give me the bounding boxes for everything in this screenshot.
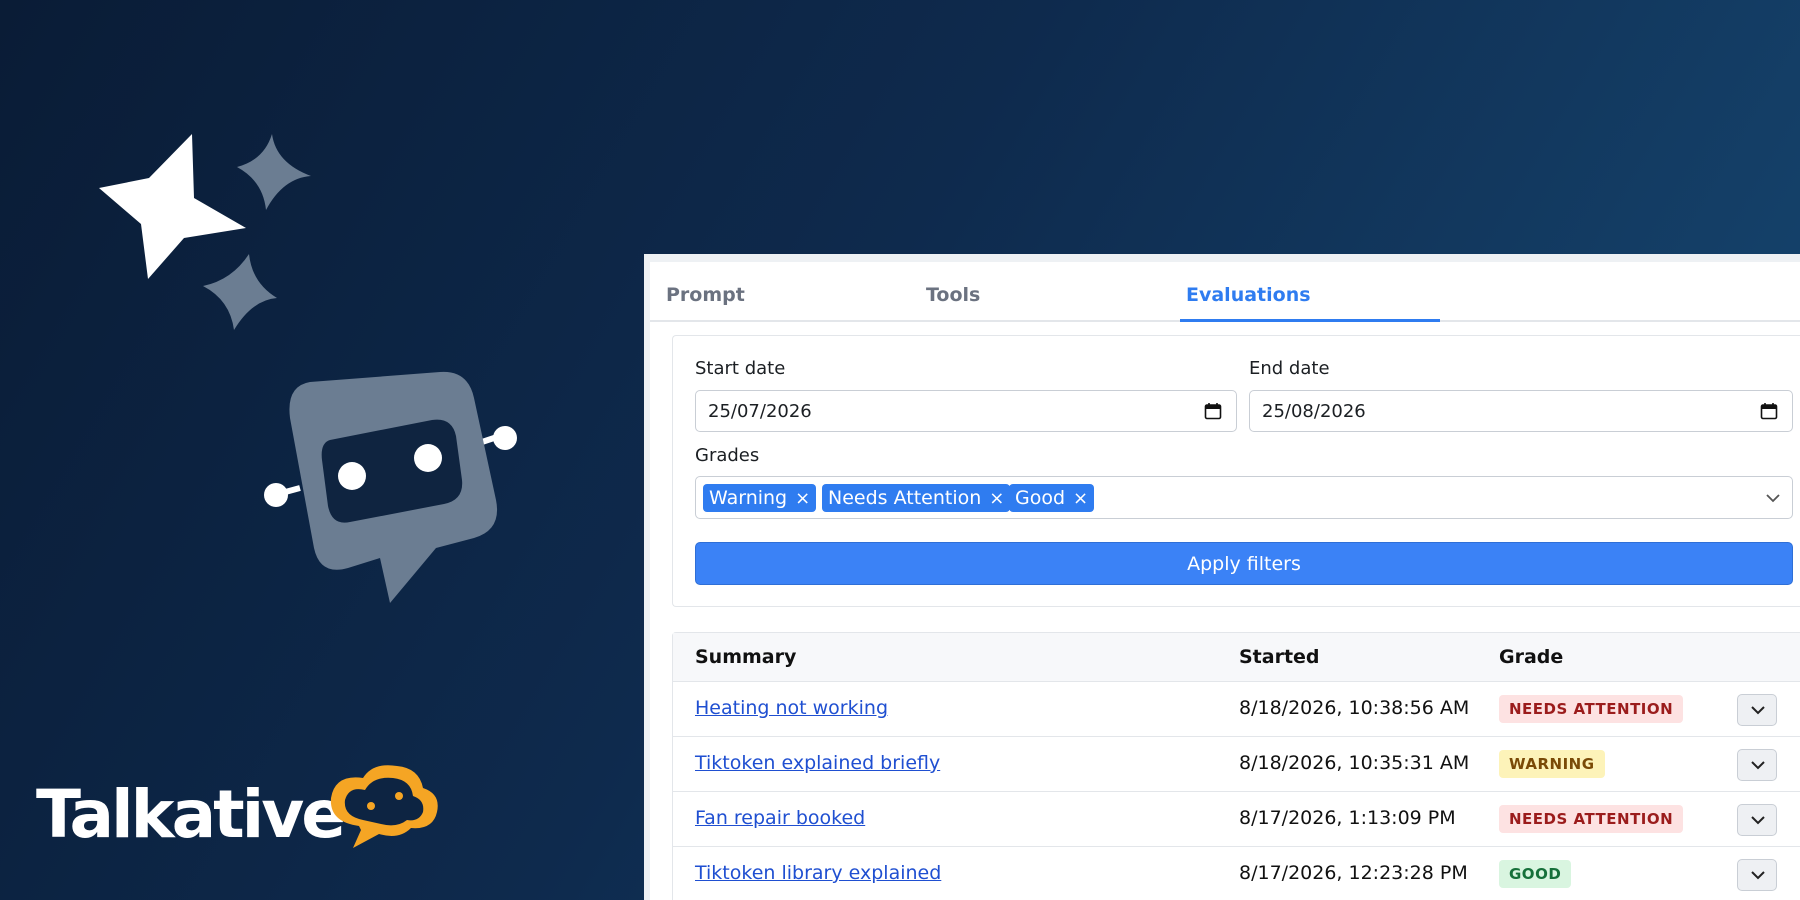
start-date-value: 25/07/2026	[708, 401, 812, 422]
end-date-label: End date	[1249, 358, 1330, 379]
grade-badge: NEEDS ATTENTION	[1499, 805, 1684, 833]
column-summary: Summary	[695, 646, 797, 668]
expand-row-button[interactable]	[1737, 804, 1777, 836]
grade-badge: NEEDS ATTENTION	[1499, 695, 1684, 723]
end-date-input[interactable]: 25/08/2026	[1249, 390, 1793, 432]
table-row: Fan repair booked 8/17/2026, 1:13:09 PM …	[673, 792, 1800, 847]
table-row: Heating not working 8/18/2026, 10:38:56 …	[673, 682, 1800, 737]
grades-label: Grades	[695, 445, 760, 466]
table-header: Summary Started Grade	[673, 633, 1800, 682]
chip-label: Good	[1015, 487, 1066, 509]
grade-chip-needs-attention: Needs Attention ×	[822, 484, 1011, 512]
row-started: 8/18/2026, 10:38:56 AM	[1239, 697, 1470, 719]
row-summary-link[interactable]: Heating not working	[695, 697, 888, 719]
evaluations-panel: Prompt Tools Evaluations Start date 25/0…	[644, 254, 1800, 900]
sparkle-icon	[99, 134, 246, 279]
chevron-down-icon	[1751, 761, 1765, 770]
tab-bar: Prompt Tools Evaluations	[650, 262, 1800, 322]
chip-label: Needs Attention	[828, 487, 982, 509]
sparkle-icon	[203, 254, 277, 330]
column-grade: Grade	[1499, 646, 1564, 668]
row-started: 8/17/2026, 1:13:09 PM	[1239, 807, 1456, 829]
expand-row-button[interactable]	[1737, 859, 1777, 891]
calendar-icon[interactable]	[1204, 402, 1222, 420]
tab-prompt[interactable]: Prompt	[660, 276, 860, 322]
evaluations-table: Summary Started Grade Heating not workin…	[672, 632, 1800, 900]
robot-chat-icon	[264, 371, 517, 603]
brand-wordmark: Talkative	[36, 776, 346, 853]
brand-chat-bubble-icon	[330, 765, 438, 848]
brand-logo: Talkative	[36, 760, 438, 870]
start-date-input[interactable]: 25/07/2026	[695, 390, 1237, 432]
grades-multiselect[interactable]: Warning × Needs Attention × Good ×	[695, 476, 1793, 519]
expand-row-button[interactable]	[1737, 694, 1777, 726]
calendar-icon[interactable]	[1760, 402, 1778, 420]
tab-evaluations[interactable]: Evaluations	[1180, 276, 1440, 322]
expand-row-button[interactable]	[1737, 749, 1777, 781]
column-started: Started	[1239, 646, 1320, 668]
grade-badge: WARNING	[1499, 750, 1605, 778]
table-row: Tiktoken explained briefly 8/18/2026, 10…	[673, 737, 1800, 792]
row-started: 8/18/2026, 10:35:31 AM	[1239, 752, 1470, 774]
row-started: 8/17/2026, 12:23:28 PM	[1239, 862, 1468, 884]
row-summary-link[interactable]: Tiktoken library explained	[695, 862, 941, 884]
row-summary-link[interactable]: Fan repair booked	[695, 807, 865, 829]
sparkle-icon	[237, 134, 311, 210]
table-row: Tiktoken library explained 8/17/2026, 12…	[673, 847, 1800, 900]
grade-chip-good: Good ×	[1009, 484, 1095, 512]
close-icon[interactable]: ×	[989, 488, 1004, 509]
start-date-label: Start date	[695, 358, 786, 379]
panel-content: Prompt Tools Evaluations Start date 25/0…	[650, 262, 1800, 900]
apply-filters-button[interactable]: Apply filters	[695, 542, 1793, 585]
grade-chip-warning: Warning ×	[703, 484, 817, 512]
close-icon[interactable]: ×	[1073, 488, 1088, 509]
grade-badge: GOOD	[1499, 860, 1572, 888]
chevron-down-icon	[1751, 816, 1765, 825]
row-summary-link[interactable]: Tiktoken explained briefly	[695, 752, 940, 774]
chevron-down-icon	[1751, 706, 1765, 715]
chevron-down-icon	[1751, 871, 1765, 880]
tab-tools[interactable]: Tools	[920, 276, 1120, 322]
end-date-value: 25/08/2026	[1262, 401, 1366, 422]
close-icon[interactable]: ×	[795, 488, 810, 509]
filters-card: Start date 25/07/2026 End date 25/08/202…	[672, 335, 1800, 607]
chevron-down-icon[interactable]	[1764, 489, 1782, 507]
chip-label: Warning	[709, 487, 788, 509]
